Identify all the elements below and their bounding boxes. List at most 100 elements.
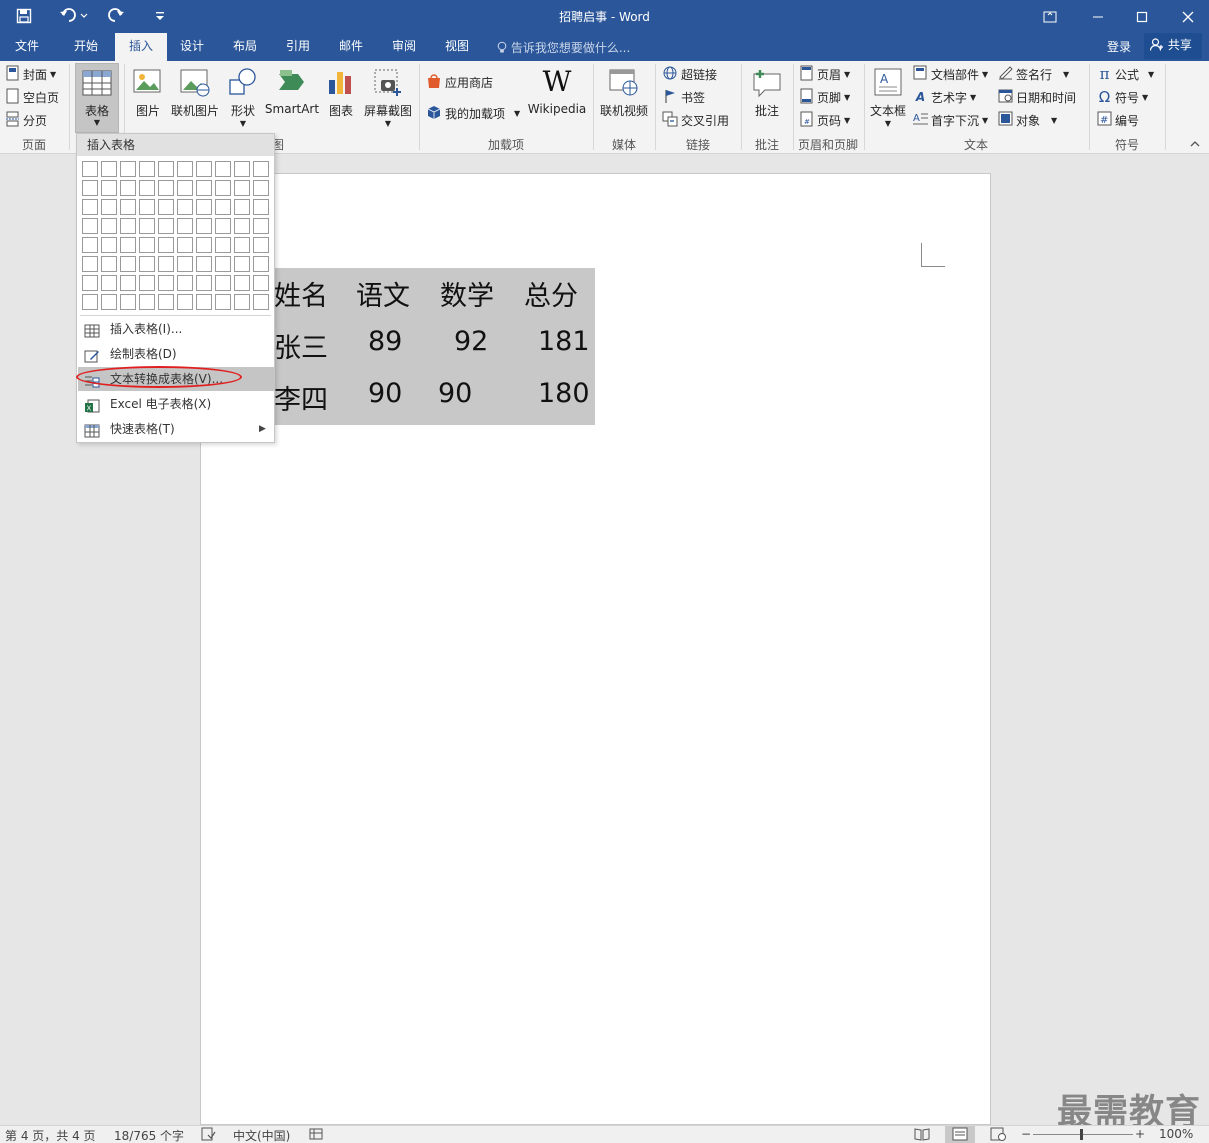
zoom-slider[interactable] [1033, 1134, 1133, 1135]
grid-cell[interactable] [101, 180, 117, 196]
footer-button[interactable]: 页脚 ▼ [800, 87, 850, 107]
grid-cell[interactable] [253, 199, 269, 215]
grid-cell[interactable] [139, 180, 155, 196]
grid-cell[interactable] [196, 180, 212, 196]
table-cell[interactable]: 90 [438, 378, 472, 409]
grid-cell[interactable] [158, 256, 174, 272]
grid-cell[interactable] [82, 218, 98, 234]
grid-cell[interactable] [101, 256, 117, 272]
proofing-icon[interactable] [200, 1127, 216, 1143]
picture-button[interactable]: 图片 [130, 64, 166, 119]
textbox-button[interactable]: A 文本框 ▼ [868, 64, 908, 128]
blank-page-button[interactable]: 空白页 [6, 87, 59, 107]
grid-cell[interactable] [101, 218, 117, 234]
date-time-button[interactable]: 日期和时间 [998, 87, 1076, 107]
tell-me-box[interactable]: 告诉我您想要做什么... [497, 39, 630, 56]
grid-cell[interactable] [234, 180, 250, 196]
comment-button[interactable]: 批注 [748, 64, 786, 119]
table-cell[interactable]: 181 [538, 326, 590, 357]
grid-cell[interactable] [139, 294, 155, 310]
grid-cell[interactable] [158, 199, 174, 215]
page-number-button[interactable]: # 页码 ▼ [800, 110, 850, 130]
store-button[interactable]: 应用商店 [426, 72, 493, 92]
grid-cell[interactable] [234, 256, 250, 272]
wikipedia-button[interactable]: W Wikipedia [526, 64, 588, 117]
table-cell[interactable]: 张三 [274, 326, 328, 365]
chart-button[interactable]: 图表 [323, 64, 359, 119]
tab-design[interactable]: 设计 [170, 33, 214, 61]
grid-cell[interactable] [215, 199, 231, 215]
grid-cell[interactable] [82, 294, 98, 310]
grid-cell[interactable] [158, 294, 174, 310]
number-button[interactable]: # 编号 [1097, 110, 1139, 130]
save-icon[interactable] [12, 5, 36, 27]
grid-cell[interactable] [101, 294, 117, 310]
table-cell[interactable]: 姓名 [274, 274, 328, 313]
grid-cell[interactable] [120, 237, 136, 253]
grid-cell[interactable] [253, 256, 269, 272]
grid-cell[interactable] [215, 275, 231, 291]
grid-cell[interactable] [158, 275, 174, 291]
grid-cell[interactable] [177, 237, 193, 253]
grid-cell[interactable] [139, 237, 155, 253]
grid-cell[interactable] [177, 199, 193, 215]
grid-cell[interactable] [158, 237, 174, 253]
table-cell[interactable]: 语文 [356, 274, 410, 313]
table-cell[interactable]: 总分 [524, 274, 578, 313]
grid-cell[interactable] [82, 161, 98, 177]
grid-cell[interactable] [234, 294, 250, 310]
grid-cell[interactable] [215, 256, 231, 272]
bookmark-button[interactable]: 书签 [662, 87, 705, 107]
web-layout-icon[interactable] [990, 1127, 1006, 1143]
grid-cell[interactable] [196, 161, 212, 177]
grid-cell[interactable] [234, 275, 250, 291]
grid-cell[interactable] [82, 256, 98, 272]
grid-cell[interactable] [234, 237, 250, 253]
grid-cell[interactable] [139, 161, 155, 177]
shapes-button[interactable]: 形状 ▼ [225, 64, 261, 128]
draw-table-menu-item[interactable]: 绘制表格(D) [78, 342, 274, 366]
word-count-status[interactable]: 18/765 个字 [114, 1127, 184, 1143]
page-break-button[interactable]: 分页 [6, 110, 47, 130]
grid-cell[interactable] [82, 180, 98, 196]
equation-button[interactable]: π 公式 ▼ [1097, 64, 1155, 84]
tab-references[interactable]: 引用 [276, 33, 320, 61]
cover-page-button[interactable]: 封面 ▼ [6, 64, 56, 84]
grid-cell[interactable] [253, 237, 269, 253]
grid-cell[interactable] [139, 218, 155, 234]
grid-cell[interactable] [120, 161, 136, 177]
grid-cell[interactable] [196, 275, 212, 291]
grid-cell[interactable] [215, 218, 231, 234]
screenshot-button[interactable]: 屏幕截图 ▼ [362, 64, 414, 128]
grid-cell[interactable] [196, 237, 212, 253]
grid-cell[interactable] [158, 161, 174, 177]
quick-tables-menu-item[interactable]: 快速表格(T) ▶ [78, 417, 274, 441]
read-mode-icon[interactable] [914, 1127, 930, 1143]
object-button[interactable]: 对象 ▼ [998, 110, 1057, 130]
grid-cell[interactable] [120, 199, 136, 215]
table-cell[interactable]: 180 [538, 378, 590, 409]
maximize-icon[interactable] [1119, 0, 1165, 33]
print-layout-icon[interactable] [945, 1126, 975, 1143]
grid-cell[interactable] [234, 218, 250, 234]
grid-cell[interactable] [177, 180, 193, 196]
quick-parts-button[interactable]: 文档部件 ▼ [913, 64, 988, 84]
grid-cell[interactable] [120, 256, 136, 272]
grid-cell[interactable] [101, 199, 117, 215]
tab-view[interactable]: 视图 [435, 33, 479, 61]
zoom-slider-thumb[interactable] [1080, 1129, 1083, 1140]
grid-cell[interactable] [196, 256, 212, 272]
grid-cell[interactable] [120, 294, 136, 310]
tab-home[interactable]: 开始 [63, 33, 109, 61]
grid-cell[interactable] [139, 199, 155, 215]
excel-spreadsheet-menu-item[interactable]: X Excel 电子表格(X) [78, 392, 274, 416]
document-table[interactable]: 姓名 语文 数学 总分 张三 89 92 181 李四 90 90 180 [272, 268, 595, 425]
grid-cell[interactable] [120, 180, 136, 196]
grid-cell[interactable] [139, 275, 155, 291]
table-cell[interactable]: 92 [454, 326, 488, 357]
redo-icon[interactable] [104, 5, 128, 27]
close-icon[interactable] [1165, 0, 1209, 33]
grid-cell[interactable] [253, 180, 269, 196]
tab-layout[interactable]: 布局 [223, 33, 267, 61]
collapse-ribbon-icon[interactable] [1190, 138, 1200, 151]
